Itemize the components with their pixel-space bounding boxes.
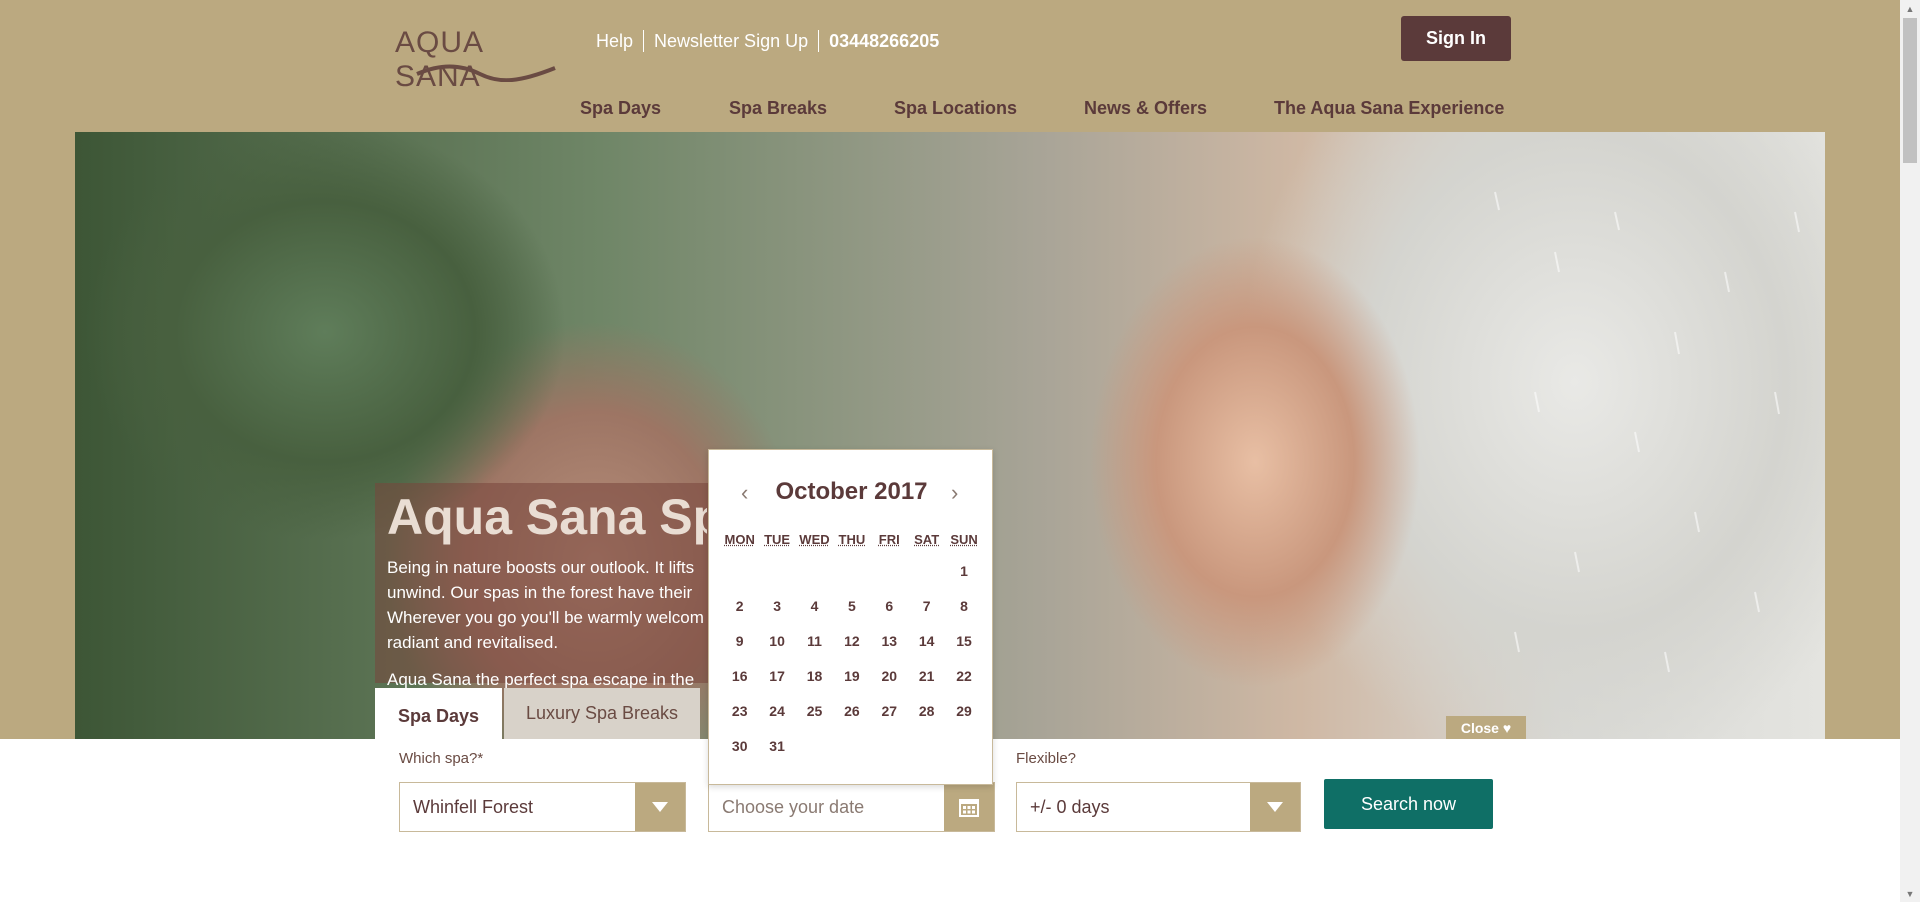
calendar-day[interactable]: 6 xyxy=(871,598,908,614)
hero-paragraph: Being in nature boosts our outlook. It l… xyxy=(387,558,704,652)
calendar-day[interactable]: 9 xyxy=(721,633,758,649)
calendar-week: 16 17 18 19 20 21 22 xyxy=(721,658,983,693)
calendar-weeks: 1 2 3 4 5 6 7 8 9 10 11 12 13 14 15 16 17 18 19 20 21 22 23 24 2… xyxy=(721,553,983,763)
calendar-grid: MON TUE WED THU FRI SAT SUN 1 2 3 4 5 6 7 8 9 10 1… xyxy=(721,532,983,763)
search-now-button[interactable]: Search now xyxy=(1324,779,1493,829)
utility-links: Help Newsletter Sign Up 03448266205 xyxy=(586,30,949,52)
calendar-day[interactable]: 29 xyxy=(945,703,982,719)
help-link[interactable]: Help xyxy=(586,31,643,52)
calendar-day[interactable]: 12 xyxy=(833,633,870,649)
calendar-week: 2345678 xyxy=(721,588,983,623)
calendar-day[interactable]: 10 xyxy=(758,633,795,649)
weekday-header: MON TUE WED THU FRI SAT SUN xyxy=(721,532,983,547)
calendar-day[interactable]: 22 xyxy=(945,668,982,684)
calendar-header: ‹ October 2017 › xyxy=(709,478,994,508)
chevron-down-icon[interactable] xyxy=(1250,783,1300,831)
sign-in-button[interactable]: Sign In xyxy=(1401,16,1511,61)
calendar-day[interactable]: 15 xyxy=(945,633,982,649)
calendar-day[interactable]: 31 xyxy=(758,738,795,754)
spa-select[interactable]: Whinfell Forest xyxy=(399,782,686,832)
phone-link[interactable]: 03448266205 xyxy=(819,31,949,52)
aqua-sana-logo[interactable]: AQUA SANA xyxy=(395,22,560,93)
calendar-week: 30 31 xyxy=(721,728,983,763)
calendar-icon[interactable] xyxy=(944,783,994,831)
tab-spa-days[interactable]: Spa Days xyxy=(375,688,502,742)
weekday-label: SUN xyxy=(950,532,978,547)
calendar-day[interactable]: 23 xyxy=(721,703,758,719)
nav-news-offers[interactable]: News & Offers xyxy=(1084,98,1207,119)
nav-spa-locations[interactable]: Spa Locations xyxy=(894,98,1017,119)
calendar-week: 1 xyxy=(721,553,983,588)
calendar-day[interactable]: 21 xyxy=(908,668,945,684)
flexible-select-value: +/- 0 days xyxy=(1030,797,1110,817)
weekday-label: THU xyxy=(838,532,866,547)
date-field[interactable]: Choose your date xyxy=(708,782,995,832)
calendar-week: 9 10 11 12 13 14 15 xyxy=(721,623,983,658)
calendar-day[interactable]: 11 xyxy=(796,633,833,649)
weekday-label: WED xyxy=(799,532,830,547)
calendar-day[interactable]: 26 xyxy=(833,703,870,719)
newsletter-link[interactable]: Newsletter Sign Up xyxy=(644,31,818,52)
tab-luxury-spa-breaks[interactable]: Luxury Spa Breaks xyxy=(504,688,700,739)
calendar-day[interactable]: 30 xyxy=(721,738,758,754)
page-scrollbar[interactable]: ▲ ▼ xyxy=(1900,0,1920,902)
date-picker-popup: ‹ October 2017 › MON TUE WED THU FRI SAT… xyxy=(708,449,993,785)
page: AQUA SANA Help Newsletter Sign Up 034482… xyxy=(0,0,1900,902)
calendar-day[interactable]: 19 xyxy=(833,668,870,684)
calendar-day[interactable]: 13 xyxy=(871,633,908,649)
wave-icon xyxy=(416,64,556,82)
calendar-day[interactable]: 17 xyxy=(758,668,795,684)
spa-select-value: Whinfell Forest xyxy=(413,797,534,817)
calendar-day[interactable]: 7 xyxy=(908,598,945,614)
chevron-down-icon[interactable] xyxy=(635,783,685,831)
calendar-day[interactable]: 14 xyxy=(908,633,945,649)
scroll-down-icon[interactable]: ▼ xyxy=(1900,885,1920,902)
flexible-label: Flexible? xyxy=(1016,750,1077,767)
calendar-day[interactable]: 24 xyxy=(758,703,795,719)
calendar-day[interactable]: 2 xyxy=(721,598,758,614)
calendar-week: 23 24 25 26 27 28 29 xyxy=(721,693,983,728)
scroll-up-icon[interactable]: ▲ xyxy=(1900,0,1920,17)
which-spa-label: Which spa?* xyxy=(399,750,484,767)
weekday-label: MON xyxy=(724,532,755,547)
scroll-thumb[interactable] xyxy=(1903,18,1917,163)
hero-title: Aqua Sana Sp xyxy=(387,489,707,545)
nav-spa-days[interactable]: Spa Days xyxy=(580,98,661,119)
nav-aqua-sana-experience[interactable]: The Aqua Sana Experience xyxy=(1274,98,1504,119)
date-placeholder: Choose your date xyxy=(722,797,865,817)
calendar-day[interactable]: 1 xyxy=(945,563,982,579)
main-nav: Spa Days Spa Breaks Spa Locations News &… xyxy=(0,98,1900,120)
calendar-day[interactable]: 28 xyxy=(908,703,945,719)
calendar-day[interactable]: 25 xyxy=(796,703,833,719)
calendar-day[interactable]: 3 xyxy=(758,598,795,614)
close-button[interactable]: Close ♥ xyxy=(1446,716,1526,740)
calendar-day[interactable]: 5 xyxy=(833,598,870,614)
calendar-day[interactable]: 27 xyxy=(871,703,908,719)
calendar-day[interactable]: 18 xyxy=(796,668,833,684)
logo-text: AQUA SANA xyxy=(395,26,483,93)
chevron-right-icon[interactable]: › xyxy=(951,480,958,506)
flexible-select[interactable]: +/- 0 days xyxy=(1016,782,1301,832)
hero-description: Being in nature boosts our outlook. It l… xyxy=(387,555,705,695)
calendar-day[interactable]: 20 xyxy=(871,668,908,684)
weekday-label: FRI xyxy=(878,532,900,547)
weekday-label: SAT xyxy=(914,532,940,547)
calendar-day[interactable]: 8 xyxy=(945,598,982,614)
nav-spa-breaks[interactable]: Spa Breaks xyxy=(729,98,827,119)
calendar-day[interactable]: 16 xyxy=(721,668,758,684)
calendar-day[interactable]: 4 xyxy=(796,598,833,614)
weekday-label: TUE xyxy=(764,532,791,547)
